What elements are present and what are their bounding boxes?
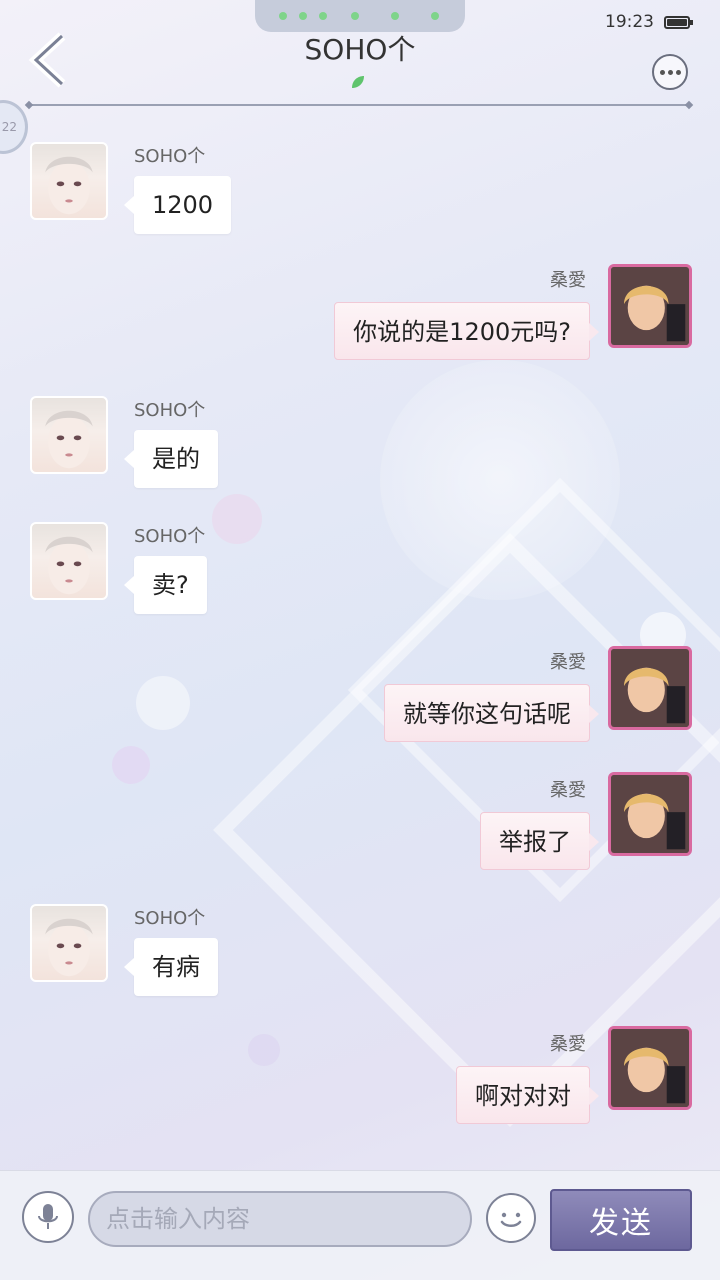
user-avatar[interactable] [608, 646, 692, 730]
leaf-icon [352, 76, 364, 88]
contact-avatar[interactable] [30, 522, 108, 600]
message-bubble[interactable]: 就等你这句话呢 [384, 684, 599, 742]
input-bar: 发送 [0, 1170, 720, 1280]
microphone-icon [38, 1204, 58, 1229]
message-bubble[interactable]: 有病 [124, 938, 218, 996]
sender-name: 桑愛 [550, 780, 586, 801]
sender-name: 桑愛 [550, 1034, 586, 1055]
message-bubble[interactable]: 1200 [123, 176, 232, 234]
message-bubble[interactable]: 卖? [124, 556, 207, 614]
user-avatar[interactable] [608, 1026, 692, 1110]
contact-avatar[interactable] [30, 904, 108, 982]
user-avatar[interactable] [608, 772, 692, 856]
chat-title: SOHO个 [304, 33, 416, 66]
sender-name: 桑愛 [550, 652, 586, 673]
contact-avatar[interactable] [30, 142, 108, 220]
sender-name: SOHO个 [134, 908, 206, 929]
sender-name: 桑愛 [550, 270, 586, 291]
emoji-icon [500, 1212, 522, 1227]
message-list[interactable]: SOHO个 1200 桑愛 你说的是1200元吗? SOHO个 是的 SOHO个… [0, 120, 720, 1170]
contact-avatar[interactable] [30, 396, 108, 474]
sender-name: SOHO个 [134, 526, 206, 547]
message-bubble[interactable]: 啊对对对 [456, 1066, 599, 1124]
user-avatar[interactable] [608, 264, 692, 348]
emoji-button[interactable] [486, 1193, 536, 1243]
sender-name: SOHO个 [134, 400, 206, 421]
more-options-button[interactable] [652, 54, 688, 90]
message-bubble[interactable]: 你说的是1200元吗? [334, 302, 599, 360]
more-icon [659, 69, 665, 75]
header-divider [26, 104, 692, 106]
sender-name: SOHO个 [134, 146, 206, 167]
voice-button[interactable] [22, 1191, 74, 1243]
message-bubble[interactable]: 是的 [124, 430, 218, 488]
message-input[interactable] [88, 1191, 472, 1247]
message-bubble[interactable]: 举报了 [480, 812, 599, 870]
send-button[interactable]: 发送 [550, 1189, 692, 1251]
